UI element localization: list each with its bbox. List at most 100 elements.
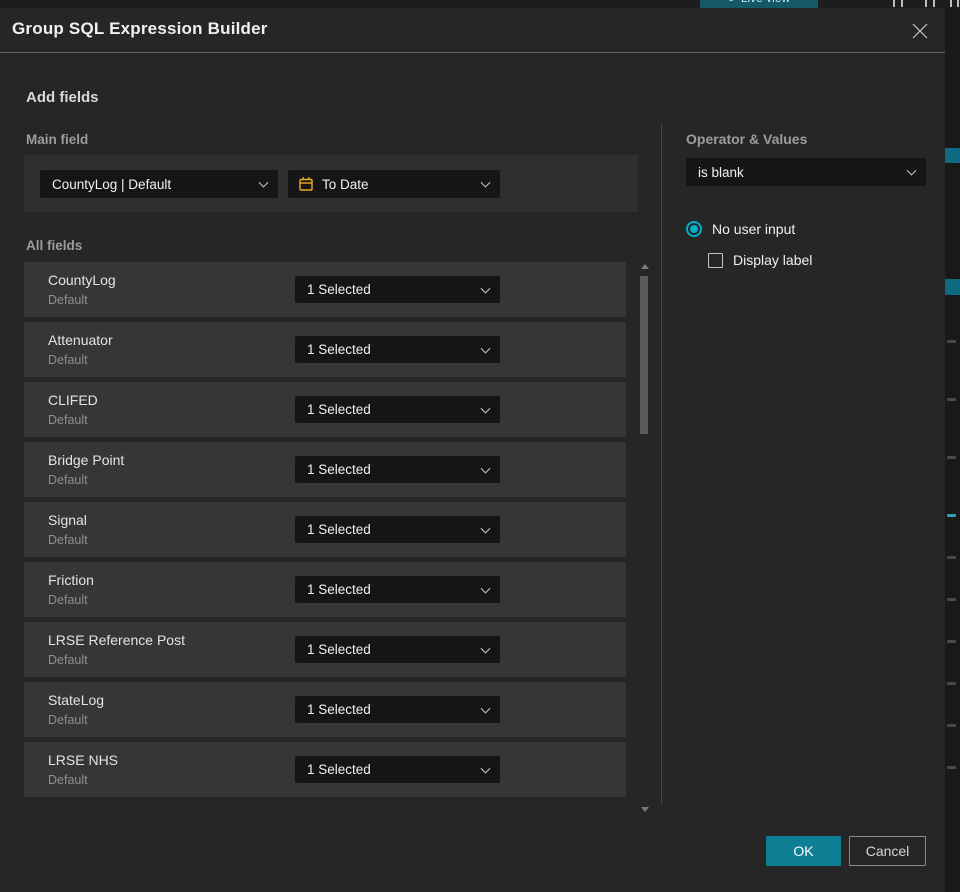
- add-fields-heading: Add fields: [26, 89, 99, 106]
- chevron-down-icon: [480, 463, 491, 474]
- field-row-select[interactable]: 1 Selected: [295, 336, 500, 363]
- field-row: Attenuator Default 1 Selected: [24, 322, 626, 377]
- radio-selected-icon: [686, 221, 702, 237]
- field-row-select[interactable]: 1 Selected: [295, 636, 500, 663]
- background-selected-item-fragment: [945, 279, 960, 295]
- field-row-subtitle: Default: [48, 293, 88, 307]
- field-row-subtitle: Default: [48, 593, 88, 607]
- ok-button[interactable]: OK: [766, 836, 841, 866]
- field-row-name: Attenuator: [48, 332, 113, 348]
- field-row-subtitle: Default: [48, 713, 88, 727]
- background-text-fragment: [947, 766, 956, 769]
- scrollbar-thumb[interactable]: [640, 276, 648, 434]
- field-row-subtitle: Default: [48, 653, 88, 667]
- background-selected-item-fragment: [945, 148, 960, 163]
- field-row: CountyLog Default 1 Selected: [24, 262, 626, 317]
- field-row-select[interactable]: 1 Selected: [295, 396, 500, 423]
- field-row-name: Signal: [48, 512, 87, 528]
- clipped-toolbar-icon: [901, 0, 903, 7]
- all-fields-list: CountyLog Default 1 Selected Attenuator …: [24, 262, 626, 802]
- checkbox-unchecked-icon: [708, 252, 723, 268]
- scroll-up-icon[interactable]: [641, 264, 649, 269]
- panel-divider: [661, 123, 662, 805]
- field-row: Signal Default 1 Selected: [24, 502, 626, 557]
- chevron-down-icon: [480, 583, 491, 594]
- operator-select-value: is blank: [698, 164, 744, 180]
- field-row-subtitle: Default: [48, 533, 88, 547]
- chevron-down-icon: [480, 703, 491, 714]
- field-row: Friction Default 1 Selected: [24, 562, 626, 617]
- live-view-dot-icon: [727, 0, 734, 1]
- no-user-input-label: No user input: [712, 221, 796, 237]
- main-field-container: CountyLog | Default To Date: [24, 155, 638, 212]
- scroll-down-icon[interactable]: [641, 807, 649, 812]
- field-row-select-value: 1 Selected: [307, 522, 371, 537]
- field-row: Bridge Point Default 1 Selected: [24, 442, 626, 497]
- background-text-fragment: [947, 340, 956, 343]
- field-row: LRSE NHS Default 1 Selected: [24, 742, 626, 797]
- background-text-fragment: [947, 398, 956, 401]
- field-row-subtitle: Default: [48, 353, 88, 367]
- chevron-down-icon: [480, 403, 491, 414]
- chevron-down-icon: [906, 165, 917, 176]
- close-icon[interactable]: [910, 21, 930, 41]
- cancel-button[interactable]: Cancel: [849, 836, 926, 866]
- field-row-name: LRSE Reference Post: [48, 632, 185, 648]
- no-user-input-radio[interactable]: No user input: [686, 221, 795, 237]
- field-row-subtitle: Default: [48, 473, 88, 487]
- operator-select[interactable]: is blank: [686, 158, 926, 186]
- field-row: CLIFED Default 1 Selected: [24, 382, 626, 437]
- field-row-name: Friction: [48, 572, 94, 588]
- field-row-select-value: 1 Selected: [307, 582, 371, 597]
- background-text-fragment: [947, 556, 956, 559]
- chevron-down-icon: [480, 177, 491, 188]
- field-row-select-value: 1 Selected: [307, 282, 371, 297]
- background-text-fragment: [947, 598, 956, 601]
- field-row-select[interactable]: 1 Selected: [295, 576, 500, 603]
- chevron-down-icon: [480, 523, 491, 534]
- background-text-fragment: [947, 456, 956, 459]
- field-row-select[interactable]: 1 Selected: [295, 276, 500, 303]
- field-row-subtitle: Default: [48, 413, 88, 427]
- field-row-select-value: 1 Selected: [307, 462, 371, 477]
- field-row-select[interactable]: 1 Selected: [295, 456, 500, 483]
- field-row-subtitle: Default: [48, 773, 88, 787]
- chevron-down-icon: [480, 643, 491, 654]
- background-text-fragment: [947, 682, 956, 685]
- field-row-select[interactable]: 1 Selected: [295, 756, 500, 783]
- field-row: StateLog Default 1 Selected: [24, 682, 626, 737]
- main-field-label: Main field: [26, 132, 89, 147]
- display-label-checkbox[interactable]: Display label: [708, 252, 812, 268]
- dialog-title: Group SQL Expression Builder: [12, 19, 268, 38]
- clipped-toolbar-icon: [925, 0, 927, 7]
- chevron-down-icon: [258, 177, 269, 188]
- live-view-button-clipped[interactable]: Live view: [700, 0, 818, 8]
- field-row: LRSE Reference Post Default 1 Selected: [24, 622, 626, 677]
- background-text-fragment: [947, 514, 956, 517]
- field-row-name: LRSE NHS: [48, 752, 119, 768]
- field-type-select[interactable]: To Date: [288, 170, 500, 198]
- calendar-icon: [298, 176, 314, 197]
- field-row-select[interactable]: 1 Selected: [295, 696, 500, 723]
- main-field-select[interactable]: CountyLog | Default: [40, 170, 278, 198]
- list-scrollbar[interactable]: [639, 262, 649, 812]
- clipped-toolbar-icon: [893, 0, 895, 7]
- field-row-name: CLIFED: [48, 392, 98, 408]
- main-field-select-value: CountyLog | Default: [52, 176, 172, 192]
- background-app-right-edge: [945, 8, 960, 892]
- chevron-down-icon: [480, 763, 491, 774]
- field-row-select-value: 1 Selected: [307, 702, 371, 717]
- title-separator: [0, 52, 945, 53]
- background-text-fragment: [947, 724, 956, 727]
- display-label-label: Display label: [733, 252, 813, 268]
- field-row-name: CountyLog: [48, 272, 116, 288]
- operator-values-label: Operator & Values: [686, 131, 808, 147]
- field-row-select[interactable]: 1 Selected: [295, 516, 500, 543]
- field-row-name: Bridge Point: [48, 452, 125, 468]
- clipped-toolbar-icon: [933, 0, 935, 7]
- group-sql-expression-builder-dialog: Group SQL Expression Builder Add fields …: [0, 8, 945, 892]
- field-row-select-value: 1 Selected: [307, 402, 371, 417]
- chevron-down-icon: [480, 283, 491, 294]
- field-row-select-value: 1 Selected: [307, 762, 371, 777]
- field-row-name: StateLog: [48, 692, 105, 708]
